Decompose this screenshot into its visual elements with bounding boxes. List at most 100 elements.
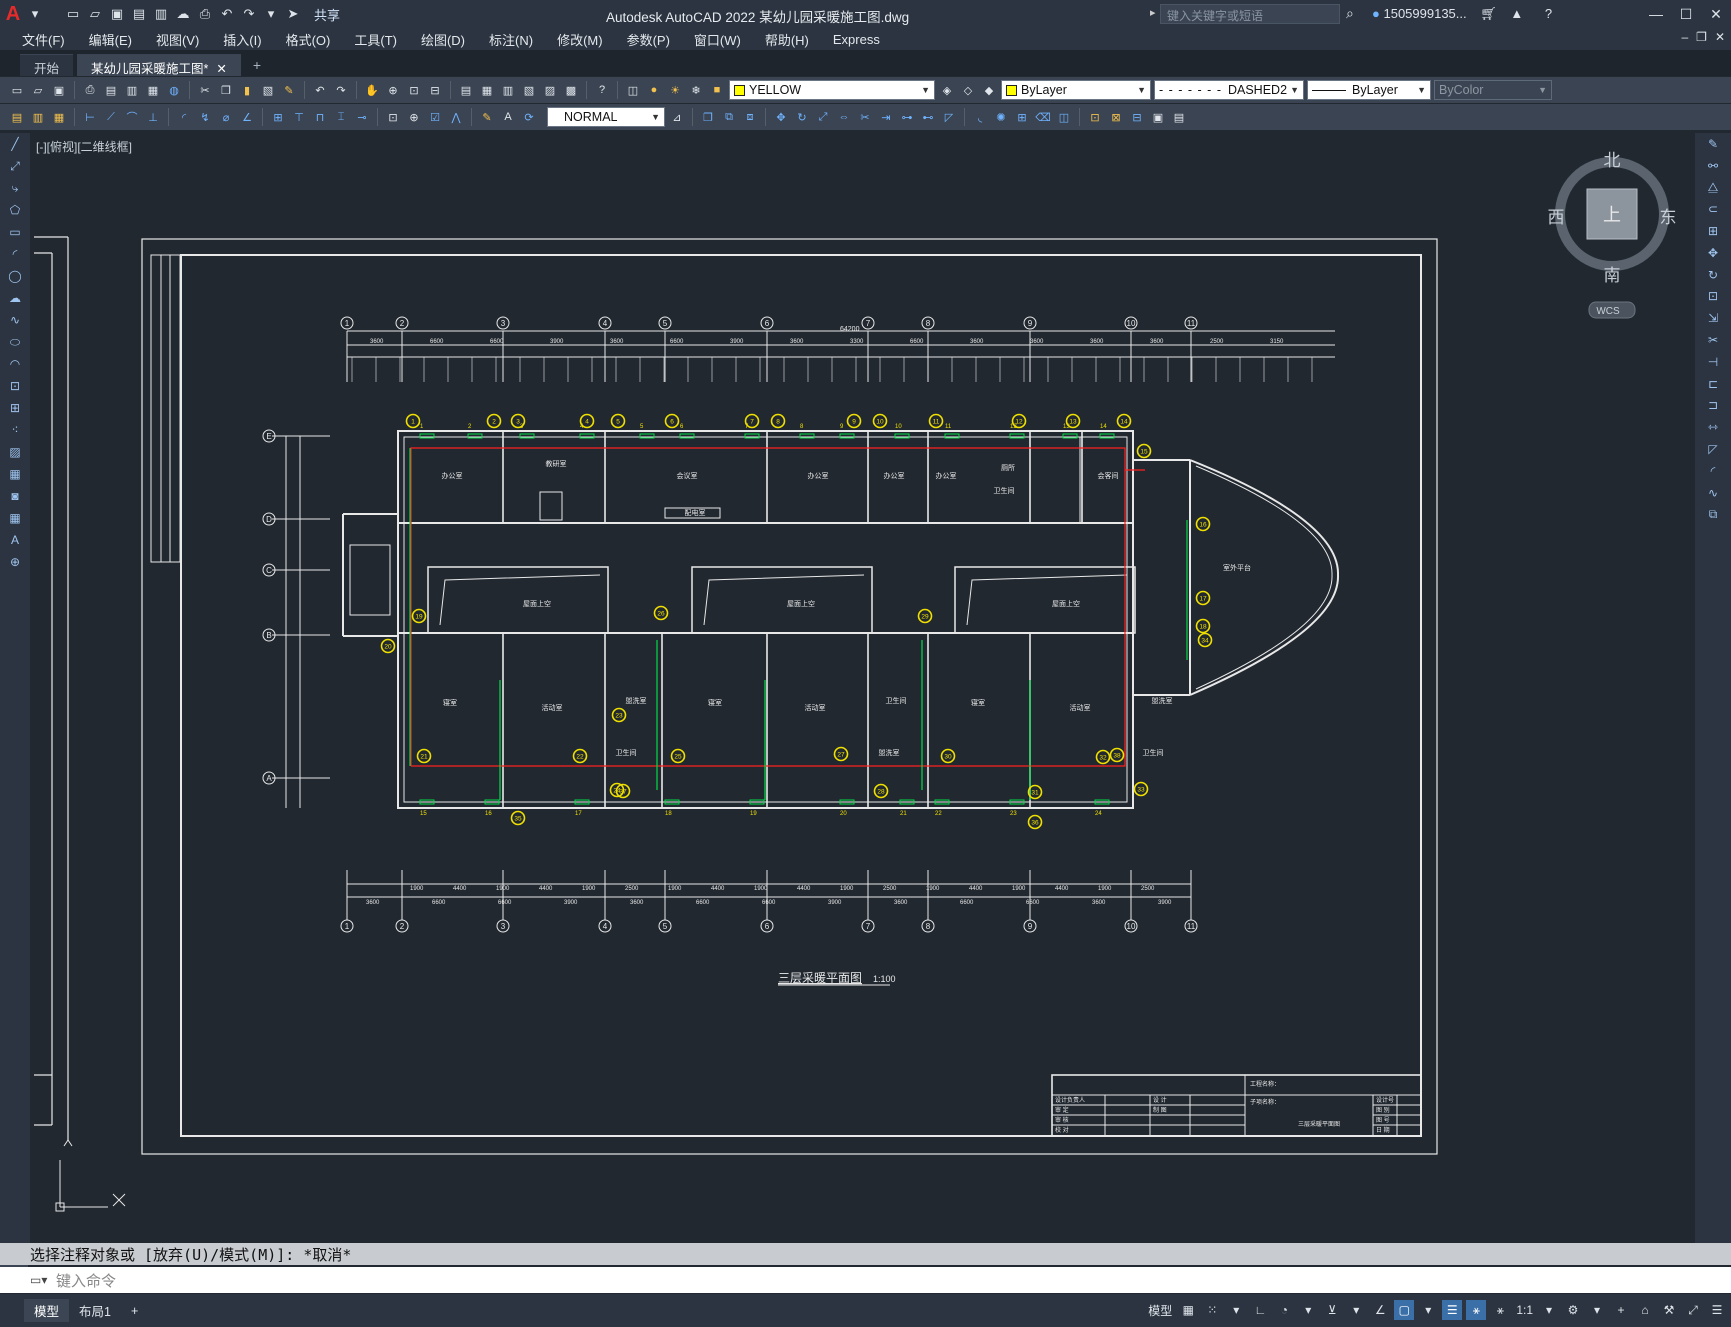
menu-item[interactable]: 绘图(D)	[409, 30, 477, 49]
dim-text-edit-icon[interactable]: A	[499, 108, 517, 126]
annotation-visibility-icon[interactable]: ⚹	[1466, 1300, 1487, 1320]
viewport-controls[interactable]: [-][俯视][二维线框]	[36, 138, 132, 155]
layer-previous-icon[interactable]: ◇	[959, 81, 977, 99]
insert-block-icon[interactable]: ⊡	[1086, 108, 1104, 126]
xref-icon[interactable]: ⊟	[1128, 108, 1146, 126]
plus-icon[interactable]: +	[1611, 1300, 1631, 1320]
viewcube-north-label[interactable]: 北	[1604, 151, 1621, 171]
dim-radius-icon[interactable]: ◜	[175, 108, 193, 126]
freeze-icon[interactable]: ❄	[687, 81, 705, 99]
polar-icon[interactable]: ◔	[1274, 1300, 1294, 1320]
zoom-window-icon[interactable]: ⊡	[405, 81, 423, 99]
open-icon[interactable]: ▱	[86, 5, 104, 23]
insert-block-icon[interactable]: ⊡	[0, 375, 30, 397]
lineweight-dropdown[interactable]: ByLayer ▼	[1307, 80, 1431, 100]
group-icon[interactable]: ◫	[1055, 108, 1073, 126]
break-at-point-icon[interactable]: ⊏	[1695, 373, 1731, 395]
menu-item[interactable]: 帮助(H)	[753, 30, 821, 49]
dim-style-dropdown[interactable]: NORMAL ▼	[547, 107, 665, 127]
close-icon[interactable]: ✕	[1701, 0, 1731, 28]
save-icon[interactable]: ▣	[50, 81, 68, 99]
dim-aligned-icon[interactable]: ⟋	[102, 108, 120, 126]
add-layout-button[interactable]: +	[121, 1302, 148, 1320]
mirror-icon[interactable]: ⧉	[720, 108, 738, 126]
menu-item[interactable]: 标注(N)	[477, 30, 545, 49]
ellipse-arc-icon[interactable]: ◠	[0, 353, 30, 375]
customize-menu-icon[interactable]: ☰	[1707, 1300, 1727, 1320]
extend-icon[interactable]: ⇥	[877, 108, 895, 126]
snap-icon[interactable]: ⁙	[1202, 1300, 1222, 1320]
move-icon[interactable]: ✥	[1695, 242, 1731, 264]
properties-icon[interactable]: ▤	[457, 81, 475, 99]
spline-icon[interactable]: ∿	[0, 309, 30, 331]
fillet-icon[interactable]: ◟	[971, 108, 989, 126]
lock-icon[interactable]: ■	[708, 81, 726, 99]
offset-icon[interactable]: ⧈	[741, 108, 759, 126]
chevron-down-icon[interactable]: ▾	[1226, 1300, 1246, 1320]
dim-baseline-icon[interactable]: ⊤	[290, 108, 308, 126]
dim-edit-icon[interactable]: ✎	[478, 108, 496, 126]
new-icon[interactable]: ▭	[64, 5, 82, 23]
chamfer-icon[interactable]: ◸	[1695, 438, 1731, 460]
sun-icon[interactable]: ☀	[666, 81, 684, 99]
trim-icon[interactable]: ✂	[856, 108, 874, 126]
isolate-icon[interactable]: ⌂	[1635, 1300, 1655, 1320]
revcloud-icon[interactable]: ☁	[0, 287, 30, 309]
blend-icon[interactable]: ∿	[1695, 482, 1731, 504]
pan-icon[interactable]: ✋	[363, 81, 381, 99]
break-icon[interactable]: ⊐	[1695, 395, 1731, 417]
print-icon[interactable]: ⎙	[196, 5, 214, 23]
tab-close-icon[interactable]: ✕	[216, 62, 226, 76]
dim-ordinate-icon[interactable]: ⊥	[144, 108, 162, 126]
region-icon[interactable]: ◙	[0, 485, 30, 507]
publish-icon[interactable]: ▥	[123, 81, 141, 99]
polyline-icon[interactable]: ⤷	[0, 177, 30, 199]
user-account[interactable]: ● 1505999135... 🛒︎ ▲ ?	[1372, 6, 1552, 22]
chevron-down-icon[interactable]: ▾	[1346, 1300, 1366, 1320]
menu-item[interactable]: 窗口(W)	[682, 30, 753, 49]
preview-icon[interactable]: ▤	[102, 81, 120, 99]
tool-palette-icon[interactable]: ▥	[499, 81, 517, 99]
command-input[interactable]: ▭▾ 键入命令	[0, 1267, 1731, 1293]
offset-icon[interactable]: ⊂	[1695, 198, 1731, 220]
rotate-icon[interactable]: ↻	[1695, 264, 1731, 286]
brush-icon[interactable]: ✎	[280, 81, 298, 99]
explode-icon[interactable]: ⧉	[1695, 504, 1731, 526]
menu-item[interactable]: 格式(O)	[274, 30, 343, 49]
erase-icon[interactable]: ✎	[1695, 133, 1731, 155]
block-icon[interactable]: ▥	[29, 108, 47, 126]
paste-icon[interactable]: ▮	[238, 81, 256, 99]
customize-icon[interactable]: ▾	[262, 5, 280, 23]
scale-icon[interactable]: ⤢	[814, 108, 832, 126]
zoom-realtime-icon[interactable]: ⊕	[384, 81, 402, 99]
ortho-icon[interactable]: ∟	[1250, 1300, 1270, 1320]
chevron-down-icon[interactable]: ▾	[1539, 1300, 1559, 1320]
search-input[interactable]: 键入关键字或短语	[1160, 4, 1340, 24]
zoom-prev-icon[interactable]: ⊟	[426, 81, 444, 99]
chevron-down-icon[interactable]: ▾	[1298, 1300, 1318, 1320]
mirror-icon[interactable]: ⧋	[1695, 177, 1731, 199]
array-icon[interactable]: ⊞	[1013, 108, 1031, 126]
menu-item[interactable]: 文件(F)	[10, 30, 77, 49]
help-icon[interactable]: ?	[593, 81, 611, 99]
dim-arc-icon[interactable]: ⌒	[123, 108, 141, 126]
inspect-icon[interactable]: ☑	[426, 108, 444, 126]
grid-icon[interactable]: ▦	[1178, 1300, 1198, 1320]
bulb-icon[interactable]: ●	[645, 81, 663, 99]
copy-obj-icon[interactable]: ❐	[699, 108, 717, 126]
fillet-icon[interactable]: ◜	[1695, 460, 1731, 482]
doc-restore-icon[interactable]: ❐	[1696, 30, 1707, 44]
save-as-icon[interactable]: ▤	[130, 5, 148, 23]
construction-line-icon[interactable]: ⤢	[0, 155, 30, 177]
rotate-icon[interactable]: ↻	[793, 108, 811, 126]
dim-angular-icon[interactable]: ∠	[238, 108, 256, 126]
dim-diameter-icon[interactable]: ⌀	[217, 108, 235, 126]
fullscreen-icon[interactable]: ⤢	[1683, 1300, 1703, 1320]
center-mark-icon[interactable]: ⊕	[405, 108, 423, 126]
tolerance-icon[interactable]: ⊡	[384, 108, 402, 126]
arc-icon[interactable]: ◜	[0, 243, 30, 265]
minimize-icon[interactable]: —	[1641, 0, 1671, 28]
rectangle-icon[interactable]: ▭	[0, 221, 30, 243]
osnap-icon[interactable]: ▢	[1394, 1300, 1415, 1320]
attach-icon[interactable]: ⊠	[1107, 108, 1125, 126]
